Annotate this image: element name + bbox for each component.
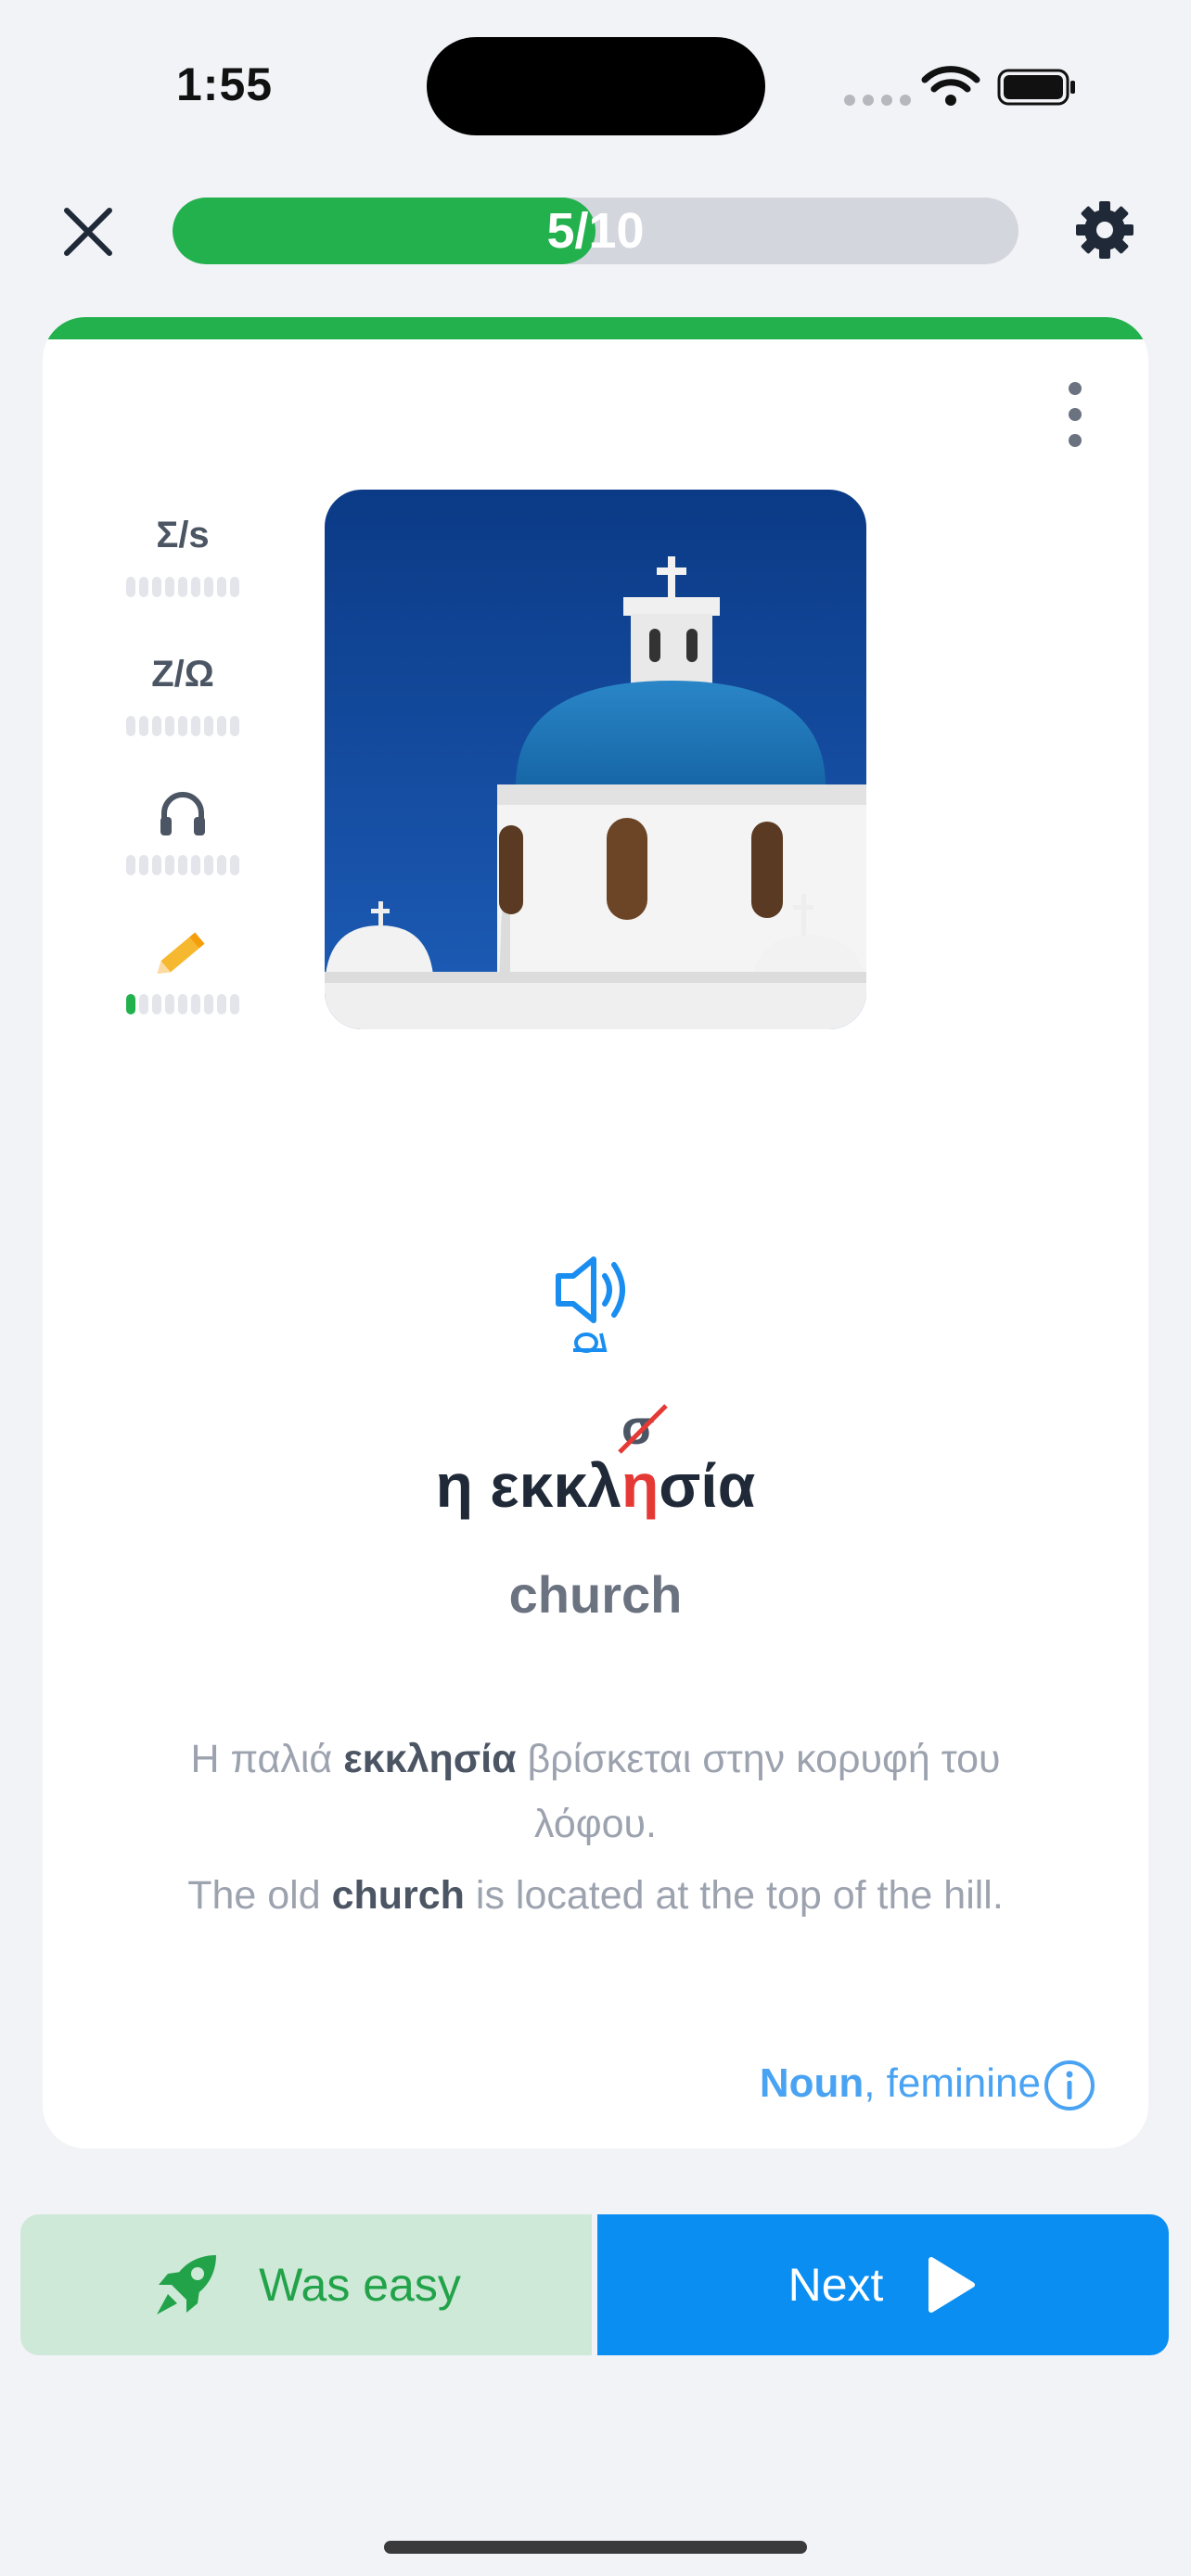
skill-level-segment	[165, 577, 174, 597]
skill-level-segment	[139, 855, 148, 875]
signal-icon	[844, 95, 911, 106]
strike-line	[618, 1404, 668, 1454]
skill-level-segment	[217, 716, 226, 736]
zeta-omega-icon: Z/Ω	[151, 653, 214, 695]
skill-level-segment	[217, 577, 226, 597]
skill-level-segment	[230, 855, 239, 875]
word-prefix: η εκκλ	[435, 1451, 621, 1520]
skill-level-segment	[204, 855, 213, 875]
skill-level-segment	[126, 994, 135, 1014]
skill-level-segment	[191, 716, 200, 736]
example-sentence-english: The old church is located at the top of …	[98, 1873, 1093, 1919]
skill-level-segment	[217, 994, 226, 1014]
next-label: Next	[788, 2259, 884, 2311]
skill-level-segment	[139, 577, 148, 597]
home-indicator[interactable]	[384, 2541, 807, 2554]
status-time: 1:55	[176, 58, 274, 110]
progress-text: 5/10	[546, 203, 645, 259]
skill-level-segment	[191, 855, 200, 875]
word-translation: church	[508, 1565, 683, 1624]
skill-reading-latin: Z/Ω	[122, 642, 243, 736]
skill-level-segment	[217, 855, 226, 875]
skill-level-segment	[178, 577, 187, 597]
word-greek: η εκκλησία	[43, 1450, 1148, 1521]
pos-gender: , feminine	[864, 2060, 1041, 2106]
word-image-church	[325, 490, 866, 1029]
example-en-before: The old	[187, 1873, 332, 1918]
play-audio-icon[interactable]	[553, 1254, 636, 1356]
dynamic-island	[427, 37, 765, 135]
rocket-icon	[157, 2255, 217, 2315]
part-of-speech: Noun, feminine	[760, 2060, 1041, 2107]
gear-icon[interactable]	[1074, 199, 1135, 261]
was-easy-label: Was easy	[259, 2259, 461, 2311]
skill-level-segment	[126, 577, 135, 597]
skill-level-segment	[152, 577, 161, 597]
skill-writing	[122, 920, 243, 1014]
skill-level-segment	[126, 855, 135, 875]
next-button[interactable]: Next	[597, 2214, 1169, 2355]
skill-level-bar	[126, 855, 239, 875]
skill-listening	[122, 781, 243, 875]
skill-level-segment	[191, 994, 200, 1014]
more-options-icon[interactable]	[1052, 382, 1098, 447]
example-gr-after: βρίσκεται στην κορυφή του λόφου.	[516, 1737, 1001, 1846]
example-en-bold: church	[331, 1873, 465, 1918]
skill-level-segment	[165, 994, 174, 1014]
skill-level-segment	[139, 716, 148, 736]
pencil-icon	[153, 920, 212, 985]
lesson-progress-bar: 5/10	[173, 198, 1018, 264]
wifi-icon	[921, 66, 980, 106]
info-icon[interactable]	[1043, 2059, 1096, 2112]
skill-level-segment	[178, 994, 187, 1014]
skill-level-segment	[139, 994, 148, 1014]
word-wrong-letter: η	[621, 1451, 660, 1520]
example-gr-bold: εκκλησία	[343, 1737, 517, 1781]
skill-level-segment	[204, 716, 213, 736]
skill-level-segment	[126, 716, 135, 736]
skill-level-segment	[230, 994, 239, 1014]
skill-level-bar	[126, 994, 239, 1014]
play-arrow-icon	[928, 2257, 976, 2313]
example-gr-before: Η παλιά	[190, 1737, 344, 1781]
skill-level-bar	[126, 716, 239, 736]
sigma-s-icon: Σ/s	[156, 514, 210, 555]
pos-type: Noun	[759, 2060, 864, 2106]
example-sentence-greek: Η παλιά εκκλησία βρίσκεται στην κορυφή τ…	[126, 1727, 1065, 1856]
skill-level-segment	[152, 994, 161, 1014]
flashcard: Σ/s Z/Ω σ η εκκλησία church Η παλιά εκκλ…	[43, 317, 1148, 2149]
skill-level-segment	[204, 994, 213, 1014]
skill-level-segment	[204, 577, 213, 597]
skill-level-segment	[178, 716, 187, 736]
skill-level-segment	[230, 577, 239, 597]
close-icon[interactable]	[56, 199, 121, 264]
skill-level-segment	[165, 716, 174, 736]
card-status-strip	[43, 317, 1148, 339]
word-suffix: σία	[659, 1451, 756, 1520]
example-en-after: is located at the top of the hill.	[464, 1873, 1004, 1918]
skill-level-segment	[230, 716, 239, 736]
headphones-icon	[155, 781, 211, 846]
skill-level-segment	[152, 716, 161, 736]
skill-level-segment	[178, 855, 187, 875]
skill-level-segment	[191, 577, 200, 597]
battery-icon	[997, 69, 1075, 106]
skill-level-bar	[126, 577, 239, 597]
was-easy-button[interactable]: Was easy	[20, 2214, 592, 2355]
skill-level-segment	[152, 855, 161, 875]
skill-reading-greek: Σ/s	[122, 503, 243, 597]
skill-level-segment	[165, 855, 174, 875]
